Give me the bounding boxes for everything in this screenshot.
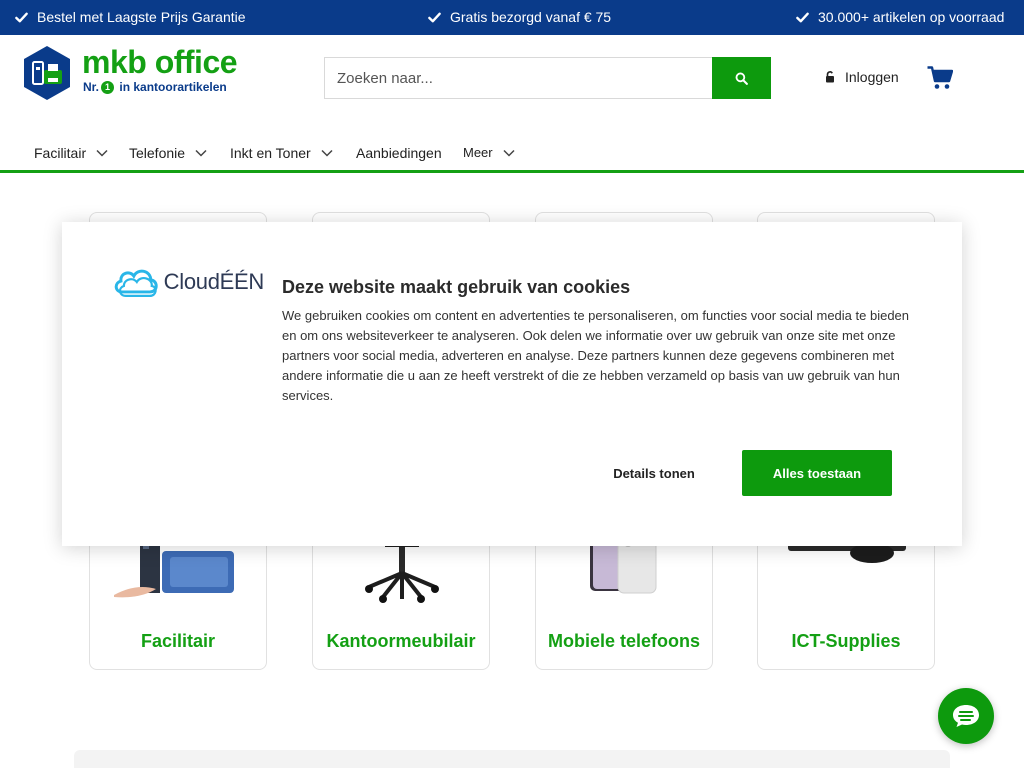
cookie-dialog-body: We gebruiken cookies om content en adver… <box>282 308 910 403</box>
logo-tag-number: 1 <box>101 81 115 94</box>
cookie-dialog-title: Deze website maakt gebruik van cookies <box>282 277 631 297</box>
cart-icon[interactable] <box>927 66 953 90</box>
usp-item: Bestel met Laagste Prijs Garantie <box>15 9 246 25</box>
nav-item-inkt-en-toner[interactable]: Inkt en Toner <box>230 145 333 161</box>
category-title: ICT-Supplies <box>791 631 901 651</box>
check-icon <box>15 12 28 22</box>
nav-label: Telefonie <box>129 145 186 161</box>
search-icon <box>735 72 748 85</box>
nav-item-aanbiedingen[interactable]: Aanbiedingen <box>356 145 442 161</box>
nav-label: Aanbiedingen <box>356 145 442 161</box>
logo-name: mkb office <box>82 44 238 80</box>
search-bar <box>324 57 771 99</box>
chat-button[interactable] <box>938 688 994 744</box>
content-panel <box>74 750 950 768</box>
logo-hexagon-icon <box>24 46 70 100</box>
chevron-down-icon <box>321 149 333 157</box>
nav-item-facilitair[interactable]: Facilitair <box>34 145 108 161</box>
search-input[interactable] <box>324 57 712 99</box>
site-logo[interactable]: mkb office Nr. 1 in kantoorartikelen <box>22 44 247 101</box>
login-link[interactable]: Inloggen <box>825 69 899 85</box>
chevron-down-icon <box>503 149 515 157</box>
usp-item: 30.000+ artikelen op voorraad <box>796 9 1004 25</box>
logo-tagline: Nr. 1 in kantoorartikelen <box>83 80 227 94</box>
usp-label: 30.000+ artikelen op voorraad <box>818 9 1005 25</box>
main-nav: Facilitair Telefonie Inkt en Toner Aanbi… <box>0 138 1024 173</box>
usp-label: Gratis bezorgd vanaf € 75 <box>450 9 612 25</box>
category-title: Facilitair <box>140 631 216 651</box>
category-title: Kantoormeubilair <box>326 631 476 651</box>
allow-all-button[interactable]: Alles toestaan <box>742 450 892 496</box>
nav-item-telefonie[interactable]: Telefonie <box>129 145 207 161</box>
nav-item-meer[interactable]: Meer <box>463 145 515 160</box>
logo-tag-prefix: Nr. <box>83 80 100 94</box>
category-title: Mobiele telefoons <box>547 631 700 651</box>
usp-item: Gratis bezorgd vanaf € 75 <box>428 9 611 25</box>
check-icon <box>796 12 809 22</box>
show-details-button[interactable]: Details tonen <box>582 451 726 495</box>
nav-label: Meer <box>463 145 493 160</box>
login-label: Inloggen <box>845 69 899 85</box>
logo-tag-text: in kantoorartikelen <box>119 80 227 94</box>
usp-bar: Bestel met Laagste Prijs Garantie Gratis… <box>0 0 1024 35</box>
chevron-down-icon <box>195 149 207 157</box>
check-icon <box>428 12 441 22</box>
cookie-consent-dialog: CloudÉÉN Deze website maakt gebruik van … <box>62 222 962 546</box>
search-button[interactable] <box>712 57 771 99</box>
chat-icon <box>953 705 979 727</box>
cookiebot-logo: CloudÉÉN <box>112 262 264 302</box>
cookiebot-brand: CloudÉÉN <box>163 269 265 294</box>
chevron-down-icon <box>96 149 108 157</box>
nav-label: Inkt en Toner <box>230 145 311 161</box>
cloud-icon <box>114 269 158 297</box>
usp-label: Bestel met Laagste Prijs Garantie <box>37 9 246 25</box>
lock-icon <box>826 71 834 83</box>
nav-label: Facilitair <box>34 145 87 161</box>
